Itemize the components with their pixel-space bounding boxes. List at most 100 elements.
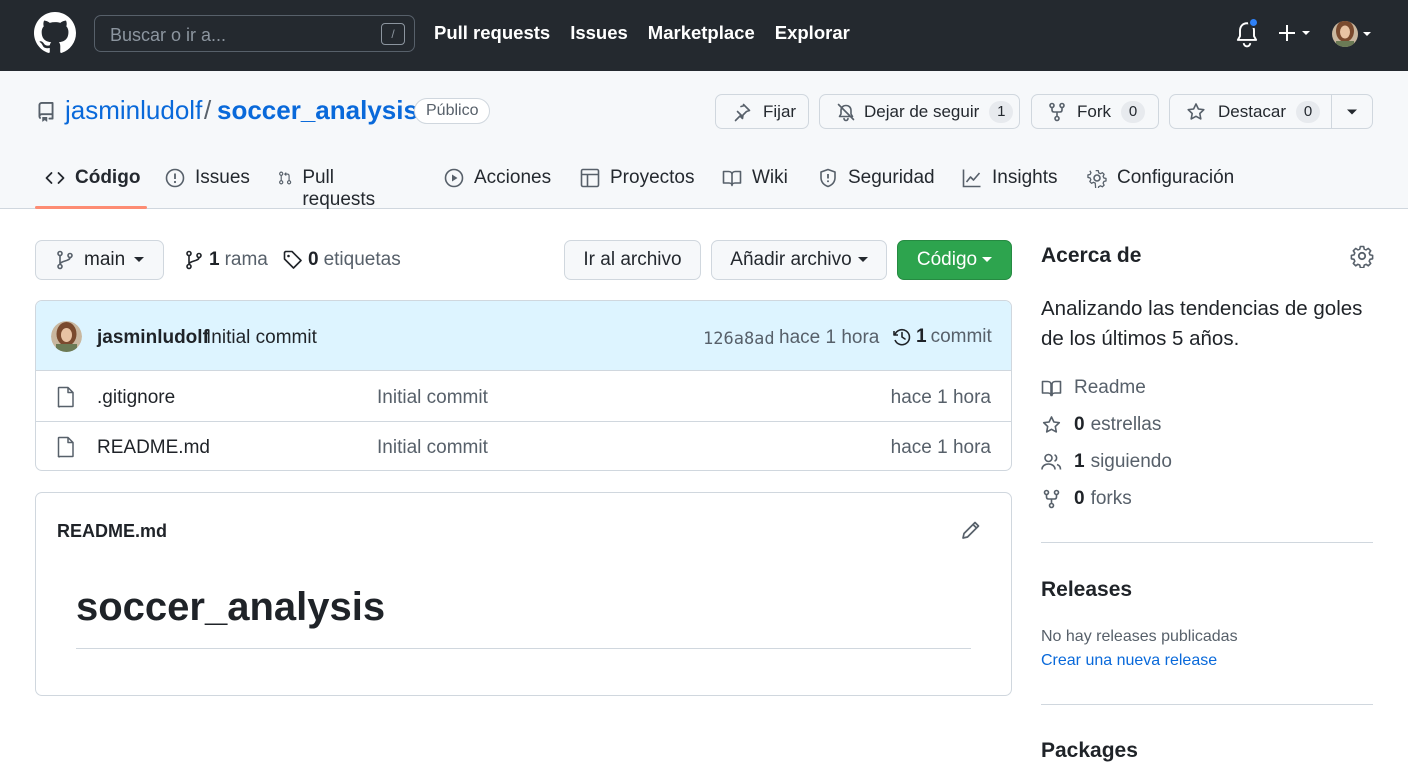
visibility-badge: Público <box>414 98 491 124</box>
stars-link[interactable]: 0 estrellas <box>1041 414 1161 436</box>
pin-label: Fijar <box>763 101 797 121</box>
releases-empty-text: No hay releases publicadas <box>1041 628 1238 645</box>
commit-count-label: commit <box>930 326 992 347</box>
readme-filename-link[interactable]: README.md <box>57 521 167 542</box>
tab-security[interactable]: Seguridad <box>818 167 935 209</box>
nav-pull-requests[interactable]: Pull requests <box>434 22 550 44</box>
file-name-link[interactable]: README.md <box>97 437 210 459</box>
search-shortcut-key: / <box>381 23 405 45</box>
user-avatar-menu[interactable] <box>1331 19 1375 49</box>
watchers-count: 1 <box>989 100 1014 123</box>
forks-link[interactable]: 0 forks <box>1041 488 1132 510</box>
nav-marketplace[interactable]: Marketplace <box>648 22 755 44</box>
tab-code[interactable]: Código <box>45 167 140 209</box>
repo-name-link[interactable]: soccer_analysis <box>217 95 418 126</box>
nav-issues[interactable]: Issues <box>570 22 628 44</box>
global-nav: Pull requests Issues Marketplace Explora… <box>434 22 850 44</box>
pencil-edit-icon[interactable] <box>960 519 982 541</box>
packages-title[interactable]: Packages <box>1041 739 1138 763</box>
book-icon <box>722 170 742 187</box>
unwatch-label: Dejar de seguir <box>864 101 980 121</box>
git-branch-icon <box>186 250 202 270</box>
code-button-label: Código <box>916 249 978 270</box>
readme-link[interactable]: Readme <box>1041 377 1146 399</box>
tab-projects[interactable]: Proyectos <box>580 167 694 209</box>
file-commit-time: hace 1 hora <box>890 387 991 408</box>
repo-description: Analizando las tendencias de goles de lo… <box>1041 297 1363 350</box>
file-name-link[interactable]: .gitignore <box>97 387 175 409</box>
branches-count: 1 <box>209 249 220 270</box>
go-to-file-button[interactable]: Ir al archivo <box>564 240 701 280</box>
commit-message-link[interactable]: Initial commit <box>206 327 317 349</box>
watching-label: siguiendo <box>1090 451 1172 472</box>
branch-selector[interactable]: main <box>35 240 164 280</box>
create-new-plus-icon[interactable] <box>1278 20 1314 46</box>
shield-icon <box>820 168 836 188</box>
star-button[interactable]: Destacar 0 <box>1169 94 1373 129</box>
stars-count: 0 <box>1074 414 1085 435</box>
branches-link[interactable]: 1 rama <box>185 249 268 271</box>
branches-label: rama <box>224 249 268 270</box>
star-label: Destacar <box>1218 101 1287 121</box>
stars-label: estrellas <box>1090 414 1162 435</box>
fork-label: Fork <box>1077 101 1111 121</box>
search-input[interactable]: Buscar o ir a... / <box>94 15 415 52</box>
pin-button[interactable]: Fijar <box>715 94 809 129</box>
commit-author-avatar[interactable] <box>51 321 82 352</box>
commit-history-link[interactable]: 1 commit <box>892 326 992 348</box>
search-placeholder: Buscar o ir a... <box>110 25 227 45</box>
file-icon <box>57 436 74 458</box>
tab-settings[interactable]: Configuración <box>1087 167 1234 209</box>
tab-actions[interactable]: Acciones <box>444 167 551 209</box>
watchers-link[interactable]: 1 siguiendo <box>1041 451 1172 473</box>
tags-link[interactable]: 0 etiquetas <box>283 249 401 271</box>
commit-time: hace 1 hora <box>779 327 880 348</box>
commit-author-link[interactable]: jasminludolf <box>97 327 209 349</box>
github-logo-icon[interactable] <box>34 12 76 54</box>
tab-code-label: Código <box>75 167 141 188</box>
file-browser: jasminludolf Initial commit 126a8ad hace… <box>35 300 1012 471</box>
fork-count: 0 <box>1121 100 1145 123</box>
commit-sha-link[interactable]: 126a8ad <box>703 329 775 349</box>
unwatch-button[interactable]: Dejar de seguir 1 <box>819 94 1020 129</box>
file-commit-message[interactable]: Initial commit <box>377 387 488 409</box>
file-row[interactable]: .gitignore Initial commit hace 1 hora <box>36 372 1011 422</box>
tab-insights[interactable]: Insights <box>962 167 1057 209</box>
readme-divider <box>76 648 971 649</box>
file-row[interactable]: README.md Initial commit hace 1 hora <box>36 422 1011 470</box>
star-divider <box>1331 95 1332 128</box>
star-lists-chevron-down-icon[interactable] <box>1346 108 1358 116</box>
pin-icon <box>734 103 751 121</box>
tag-icon <box>283 250 302 269</box>
tab-insights-label: Insights <box>992 167 1058 188</box>
repo-owner-link[interactable]: jasminludolf <box>65 95 202 126</box>
gear-icon <box>1087 170 1107 188</box>
file-commit-message[interactable]: Initial commit <box>377 437 488 459</box>
fork-icon <box>1043 489 1060 509</box>
latest-commit-bar: jasminludolf Initial commit 126a8ad hace… <box>36 301 1011 371</box>
code-icon <box>45 172 65 184</box>
repo-icon <box>38 102 54 122</box>
repo-header: jasminludolf / soccer_analysis Público F… <box>0 71 1408 210</box>
active-tab-indicator <box>35 206 147 209</box>
gear-icon[interactable] <box>1350 244 1374 268</box>
code-download-button[interactable]: Código <box>897 240 1012 280</box>
branch-name: main <box>84 249 126 270</box>
tab-pull-requests[interactable]: Pull requests <box>278 167 381 210</box>
tab-issues[interactable]: Issues <box>165 167 250 209</box>
readme-panel: README.md soccer_analysis <box>35 492 1012 696</box>
sidebar-divider <box>1041 542 1373 543</box>
about-title: Acerca de <box>1041 244 1142 267</box>
releases-title[interactable]: Releases <box>1041 578 1132 602</box>
nav-explore[interactable]: Explorar <box>775 22 850 44</box>
tab-wiki[interactable]: Wiki <box>722 167 788 209</box>
repo-path-separator: / <box>204 95 212 125</box>
fork-button[interactable]: Fork 0 <box>1031 94 1159 129</box>
notification-indicator <box>1248 17 1259 28</box>
create-release-link[interactable]: Crear una nueva release <box>1041 652 1217 670</box>
readme-label: Readme <box>1074 377 1146 398</box>
tab-issues-label: Issues <box>195 167 250 188</box>
add-file-button[interactable]: Añadir archivo <box>711 240 887 280</box>
watching-count: 1 <box>1074 451 1085 472</box>
tab-actions-label: Acciones <box>474 167 552 188</box>
